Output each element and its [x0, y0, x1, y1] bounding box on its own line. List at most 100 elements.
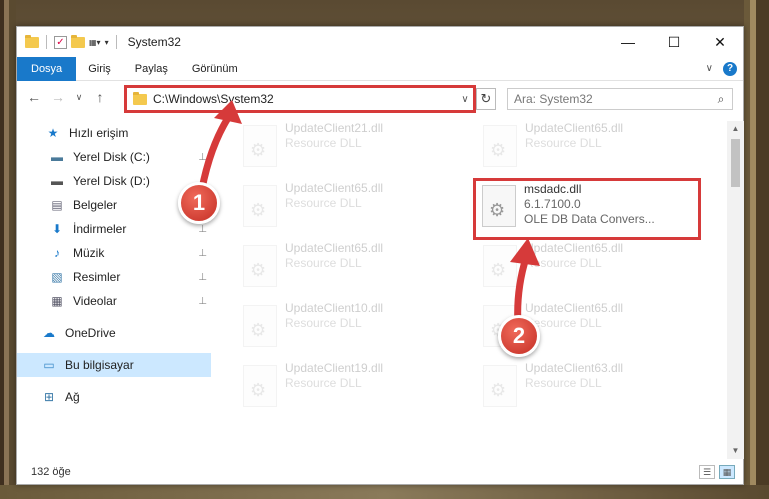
- quick-access-toolbar: ✓ ▦▾ ▾: [25, 34, 120, 49]
- file-item[interactable]: UpdateClient19.dllResource DLL: [237, 361, 457, 417]
- file-item[interactable]: UpdateClient65.dllResource DLL: [237, 241, 457, 297]
- search-icon: ⌕: [717, 91, 725, 106]
- sidebar-item-label: Bu bilgisayar: [65, 358, 134, 372]
- file-item[interactable]: UpdateClient65.dllResource DLL: [477, 241, 697, 297]
- pin-icon[interactable]: ⊥: [198, 296, 207, 307]
- navigation-pane: ★ Hızlı erişim ▬ Yerel Disk (C:) ⊥ ▬ Yer…: [17, 121, 211, 459]
- file-description: Resource DLL: [525, 376, 602, 390]
- forward-button[interactable]: →: [49, 87, 67, 107]
- scroll-up-icon[interactable]: ▲: [727, 121, 744, 137]
- back-button[interactable]: ←: [25, 87, 43, 107]
- address-bar[interactable]: C:\Windows\System32 ∨: [124, 85, 476, 113]
- address-text[interactable]: C:\Windows\System32: [153, 92, 457, 106]
- tab-view[interactable]: Görünüm: [180, 57, 250, 81]
- sidebar-item-downloads[interactable]: ⬇ İndirmeler ⊥: [17, 217, 211, 241]
- file-description: Resource DLL: [285, 196, 362, 210]
- file-item[interactable]: UpdateClient21.dllResource DLL: [237, 121, 457, 177]
- status-bar: 132 öğe ☰ ▦: [17, 460, 743, 484]
- help-icon[interactable]: ?: [723, 61, 737, 76]
- item-count: 132 öğe: [31, 466, 71, 478]
- file-description: Resource DLL: [285, 376, 362, 390]
- pin-icon[interactable]: ⊥: [198, 152, 207, 163]
- drive-icon: ▬: [51, 150, 63, 164]
- sidebar-item-network[interactable]: ⊞ Ağ: [17, 385, 211, 409]
- expand-ribbon-icon[interactable]: ∨: [706, 63, 713, 74]
- highlighted-file-item[interactable]: msdadc.dll 6.1.7100.0 OLE DB Data Conver…: [473, 178, 701, 240]
- new-folder-icon[interactable]: [71, 34, 85, 48]
- file-item[interactable]: UpdateClient10.dllResource DLL: [237, 301, 457, 357]
- sidebar-item-pictures[interactable]: ▧ Resimler ⊥: [17, 265, 211, 289]
- sidebar-item-label: OneDrive: [65, 326, 116, 340]
- music-icon: ♪: [54, 246, 60, 260]
- maximize-button[interactable]: ☐: [651, 27, 697, 57]
- file-description: Resource DLL: [285, 256, 362, 270]
- desktop-background-bottom: [0, 485, 769, 499]
- tab-home[interactable]: Giriş: [76, 57, 123, 81]
- file-name: UpdateClient65.dll: [285, 241, 384, 255]
- download-icon: ⬇: [51, 222, 63, 236]
- vertical-scrollbar[interactable]: ▲ ▼: [727, 121, 744, 459]
- star-icon: ★: [47, 126, 59, 140]
- file-description: Resource DLL: [285, 316, 362, 330]
- dll-file-icon: [243, 305, 277, 347]
- properties-icon[interactable]: ✓: [54, 35, 67, 49]
- customize-toolbar-icon[interactable]: ▦▾: [89, 38, 101, 47]
- sidebar-item-videos[interactable]: ▦ Videolar ⊥: [17, 289, 211, 313]
- minimize-button[interactable]: —: [605, 27, 651, 57]
- toolbar-dropdown-icon[interactable]: ▾: [105, 38, 109, 47]
- sidebar-item-onedrive[interactable]: ☁ OneDrive: [17, 321, 211, 345]
- ribbon-right: ∨ ?: [706, 61, 743, 76]
- search-input[interactable]: Ara: System32 ⌕: [507, 88, 733, 110]
- address-dropdown-icon[interactable]: ∨: [457, 94, 473, 105]
- sidebar-item-this-pc[interactable]: ▭ Bu bilgisayar: [17, 353, 211, 377]
- folder-icon: [25, 34, 39, 48]
- refresh-button[interactable]: ↻: [476, 88, 496, 110]
- scroll-down-icon[interactable]: ▼: [727, 443, 744, 459]
- pin-icon[interactable]: ⊥: [198, 272, 207, 283]
- view-switcher: ☰ ▦: [699, 465, 743, 479]
- scrollbar-thumb[interactable]: [731, 139, 740, 187]
- desktop-background-left: [0, 0, 16, 499]
- tab-share[interactable]: Paylaş: [123, 57, 180, 81]
- file-name: UpdateClient65.dll: [285, 181, 384, 195]
- file-item[interactable]: UpdateClient65.dllResource DLL: [477, 121, 697, 177]
- file-name: msdadc.dll: [524, 182, 582, 196]
- file-description: Resource DLL: [285, 136, 362, 150]
- folder-icon: [133, 91, 147, 105]
- details-view-icon[interactable]: ☰: [699, 465, 715, 479]
- tiles-view-icon[interactable]: ▦: [719, 465, 735, 479]
- documents-icon: ▤: [51, 198, 63, 212]
- tab-file[interactable]: Dosya: [17, 56, 77, 81]
- close-button[interactable]: ✕: [697, 27, 743, 57]
- dll-file-icon: [243, 185, 277, 227]
- dll-file-icon: [243, 365, 277, 407]
- file-description: Resource DLL: [525, 256, 602, 270]
- sidebar-item-label: Hızlı erişim: [69, 126, 129, 140]
- file-name: UpdateClient21.dll: [285, 121, 384, 135]
- file-name: UpdateClient65.dll: [525, 301, 624, 315]
- pin-icon[interactable]: ⊥: [198, 248, 207, 259]
- file-name: UpdateClient10.dll: [285, 301, 384, 315]
- dll-file-icon: [243, 245, 277, 287]
- sidebar-item-music[interactable]: ♪ Müzik ⊥: [17, 241, 211, 265]
- file-name: UpdateClient19.dll: [285, 361, 384, 375]
- title-bar: ✓ ▦▾ ▾ System32 — ☐ ✕: [17, 27, 743, 57]
- file-name: UpdateClient65.dll: [525, 241, 624, 255]
- window-title: System32: [127, 35, 181, 49]
- sidebar-item-quick-access[interactable]: ★ Hızlı erişim: [17, 121, 211, 145]
- sidebar-item-label: Videolar: [73, 294, 117, 308]
- search-placeholder: Ara: System32: [514, 92, 593, 106]
- ribbon-tabs: Dosya Giriş Paylaş Görünüm ∨ ?: [17, 56, 743, 81]
- dll-file-icon: [483, 125, 517, 167]
- file-item[interactable]: UpdateClient63.dllResource DLL: [477, 361, 697, 417]
- desktop-background-right: [744, 0, 769, 499]
- pin-icon[interactable]: ⊥: [198, 224, 207, 235]
- up-button[interactable]: ↑: [91, 87, 109, 107]
- file-description: Resource DLL: [525, 316, 602, 330]
- pictures-icon: ▧: [51, 270, 63, 284]
- sidebar-item-label: Yerel Disk (C:): [73, 150, 150, 164]
- recent-locations-button[interactable]: ∨: [73, 87, 85, 107]
- sidebar-item-label: Müzik: [73, 246, 105, 260]
- file-item[interactable]: UpdateClient65.dllResource DLL: [237, 181, 457, 237]
- sidebar-item-local-disk-c[interactable]: ▬ Yerel Disk (C:) ⊥: [17, 145, 211, 169]
